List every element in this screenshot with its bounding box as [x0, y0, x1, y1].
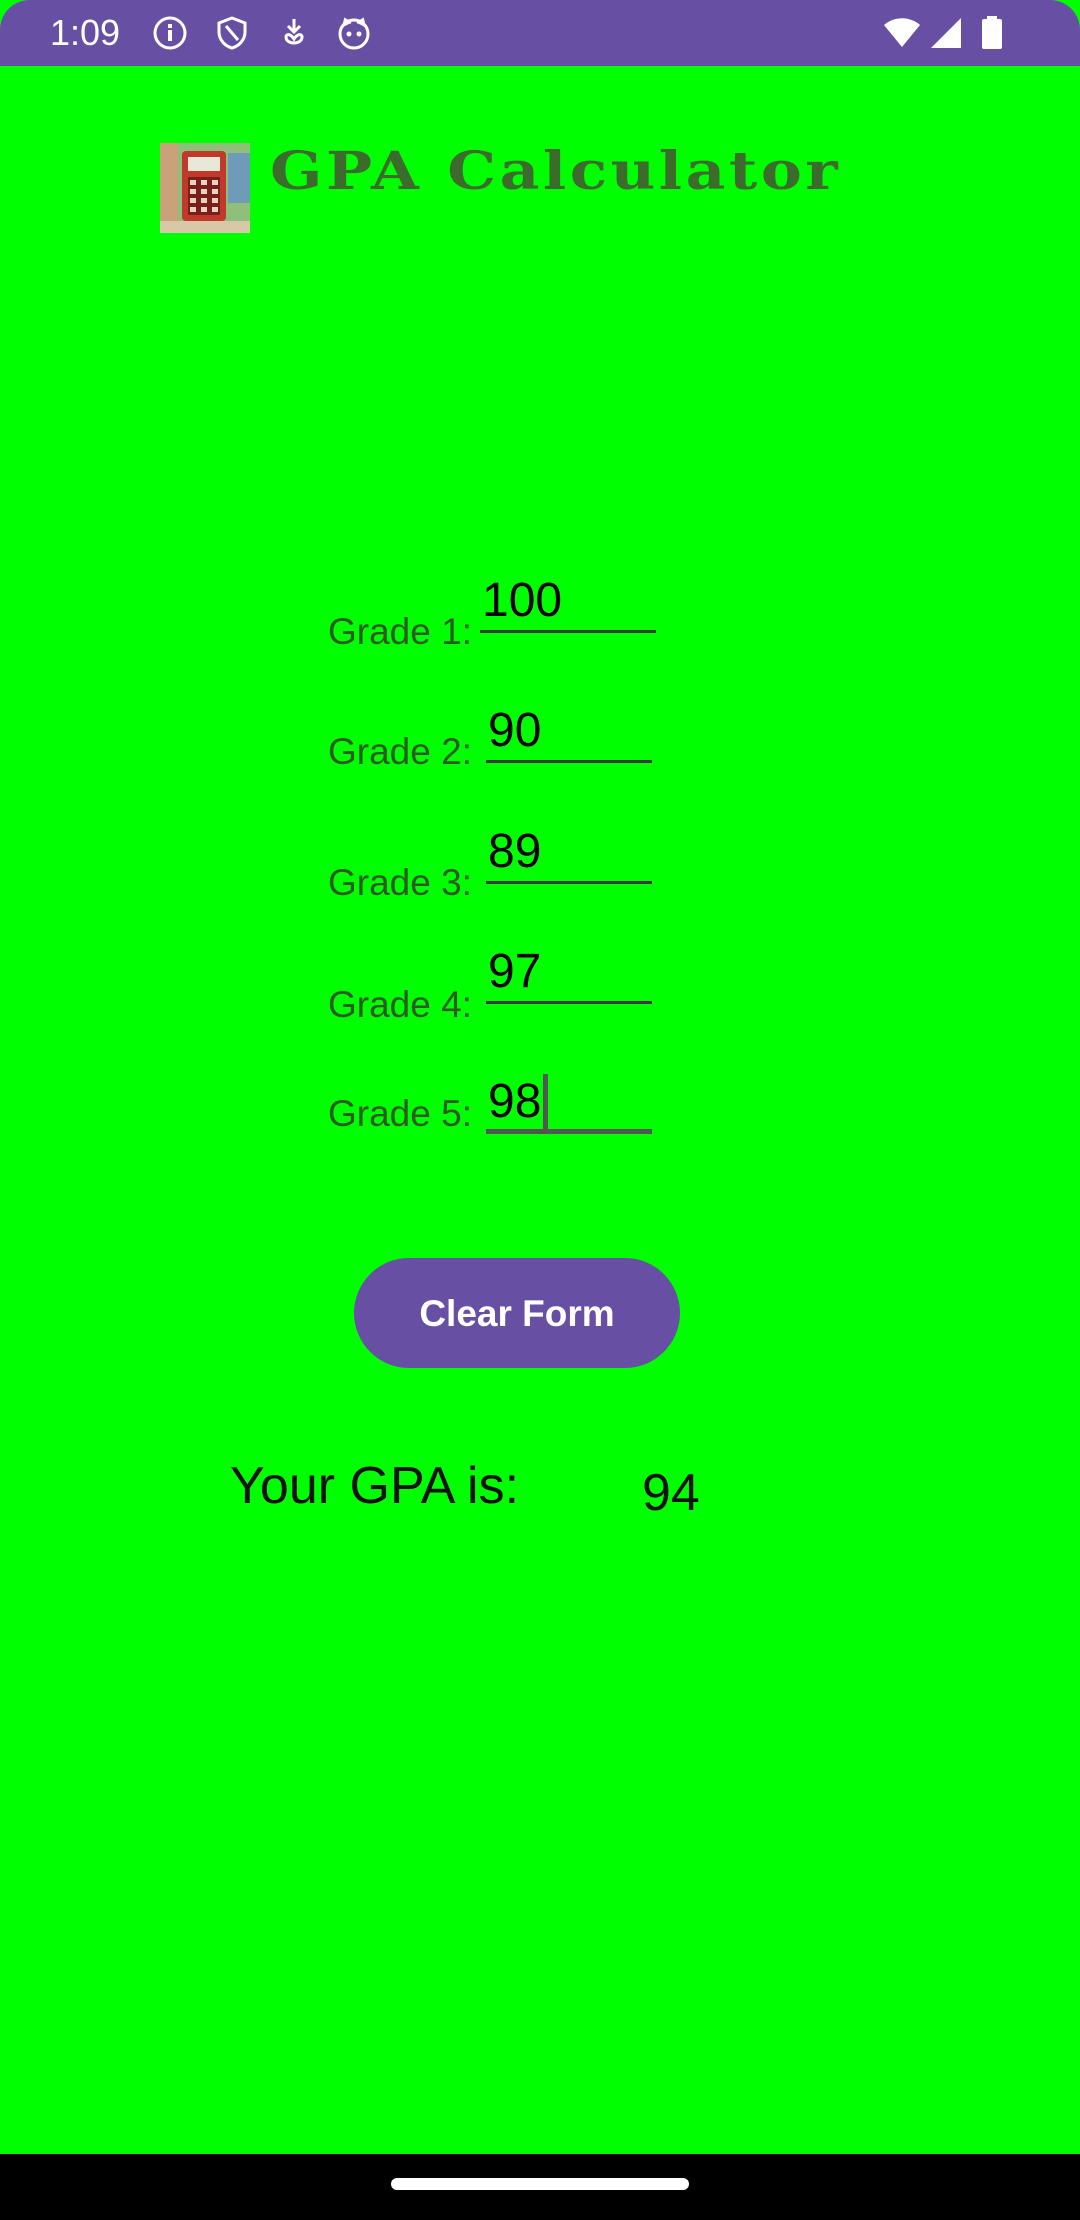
cat-face-icon: [338, 17, 370, 50]
shield-icon: [217, 16, 247, 50]
status-time: 1:09: [50, 12, 121, 53]
grade-1-input[interactable]: 100: [480, 573, 656, 633]
text-cursor: [543, 1074, 549, 1130]
battery-icon: [982, 16, 1002, 49]
grade-2-input[interactable]: 90: [486, 703, 652, 763]
grade-3-input[interactable]: 89: [486, 824, 652, 884]
status-bar: 1:09: [0, 0, 1080, 66]
grade-3-label: Grade 3:: [328, 862, 472, 903]
grade-1-value: 100: [482, 574, 563, 627]
grade-4-label: Grade 4:: [328, 984, 472, 1025]
grade-2-value: 90: [488, 704, 542, 757]
grade-4-input[interactable]: 97: [486, 944, 652, 1004]
gpa-result-value: 94: [642, 1464, 700, 1522]
download-icon: [284, 19, 304, 45]
calculator-logo-icon: [160, 143, 250, 233]
gpa-result-label: Your GPA is:: [230, 1457, 520, 1515]
info-icon: [153, 16, 187, 50]
grade-5-value: 98: [488, 1075, 542, 1128]
wifi-icon: [884, 18, 920, 47]
app-screen: 1:09 GPA Calculator Grade 1: 100 Grade 2…: [0, 0, 1080, 2220]
home-gesture-handle[interactable]: [391, 2178, 689, 2190]
clear-form-button[interactable]: Clear Form: [354, 1258, 680, 1368]
grade-5-label: Grade 5:: [328, 1093, 472, 1134]
grade-5-input[interactable]: 98: [486, 1074, 652, 1134]
app-logo: [160, 143, 250, 233]
grade-1-label: Grade 1:: [328, 611, 472, 652]
signal-icon: [931, 18, 961, 48]
grade-2-label: Grade 2:: [328, 731, 472, 772]
grade-4-value: 97: [488, 945, 542, 998]
grade-3-value: 89: [488, 825, 542, 878]
app-title: GPA Calculator: [270, 141, 842, 202]
